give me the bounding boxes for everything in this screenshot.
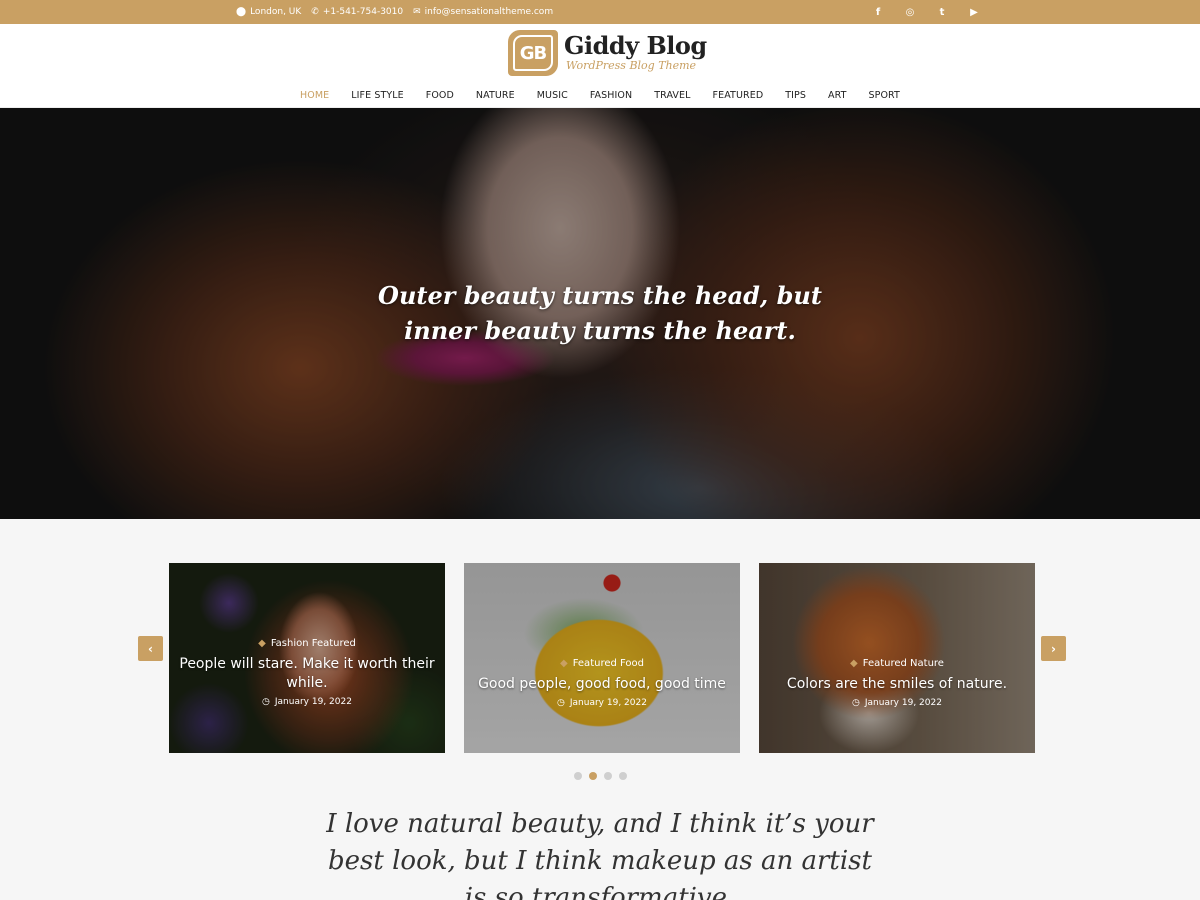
post-title[interactable]: Good people, good food, good time [474, 675, 730, 694]
logo-badge: GB [508, 30, 558, 76]
intro-quote-line-3: is so transformative. [464, 883, 736, 900]
top-bar: ⬤ London, UK ✆ +1-541-754-3010 ✉ info@se… [0, 0, 1200, 24]
hero-banner: Outer beauty turns the head, but inner b… [0, 108, 1200, 519]
nav-tips[interactable]: TIPS [774, 90, 817, 101]
nav-home[interactable]: HOME [289, 90, 340, 101]
post-card[interactable]: ◆ Featured Nature Colors are the smiles … [759, 563, 1035, 753]
social-links: f ◎ t ▶ [862, 0, 990, 24]
post-date: ◷ January 19, 2022 [759, 698, 1035, 708]
post-card-content: ◆ Fashion Featured People will stare. Ma… [169, 638, 445, 707]
carousel-dot-active[interactable] [588, 772, 597, 780]
nav-art[interactable]: ART [817, 90, 858, 101]
tag-icon: ◆ [850, 658, 858, 669]
site-tagline: WordPress Blog Theme [566, 59, 697, 72]
nav-travel[interactable]: TRAVEL [643, 90, 701, 101]
location-text: London, UK [250, 7, 302, 17]
facebook-icon[interactable]: f [862, 7, 894, 18]
carousel-next-button[interactable]: › [1041, 636, 1066, 661]
post-card-content: ◆ Featured Nature Colors are the smiles … [759, 658, 1035, 708]
post-date-text: January 19, 2022 [569, 698, 647, 708]
post-date: ◷ January 19, 2022 [464, 698, 740, 708]
site-logo[interactable]: GB Giddy Blog WordPress Blog Theme [508, 30, 707, 76]
carousel-dot[interactable] [618, 772, 627, 780]
post-categories[interactable]: ◆ Fashion Featured [169, 638, 445, 649]
clock-icon: ◷ [557, 698, 565, 708]
email-text: info@sensationaltheme.com [424, 7, 554, 17]
post-card[interactable]: ◆ Featured Food Good people, good food, … [464, 563, 740, 753]
site-title: Giddy Blog [564, 31, 707, 60]
post-categories-text: Featured Nature [862, 658, 944, 669]
clock-icon: ◷ [852, 698, 860, 708]
youtube-icon[interactable]: ▶ [958, 7, 990, 18]
map-pin-icon: ⬤ [236, 7, 247, 17]
intro-quote-line-1: I love natural beauty, and I think it’s … [326, 809, 874, 839]
post-title[interactable]: People will stare. Make it worth their w… [179, 655, 435, 693]
chevron-right-icon: › [1051, 641, 1056, 656]
nav-nature[interactable]: NATURE [465, 90, 526, 101]
nav-sport[interactable]: SPORT [858, 90, 911, 101]
post-title[interactable]: Colors are the smiles of nature. [769, 675, 1025, 694]
envelope-icon: ✉ [413, 7, 421, 17]
contact-info: ⬤ London, UK ✆ +1-541-754-3010 ✉ info@se… [236, 0, 553, 24]
logo-text: Giddy Blog WordPress Blog Theme [564, 33, 707, 73]
post-categories[interactable]: ◆ Featured Nature [759, 658, 1035, 669]
intro-quote-line-2: best look, but I think makeup as an arti… [328, 846, 872, 876]
logo-badge-text: GB [513, 35, 553, 71]
instagram-icon[interactable]: ◎ [894, 7, 926, 18]
site-header: GB Giddy Blog WordPress Blog Theme HOME … [0, 24, 1200, 108]
post-categories[interactable]: ◆ Featured Food [464, 658, 740, 669]
nav-music[interactable]: MUSIC [526, 90, 579, 101]
carousel-dots [0, 772, 1200, 780]
post-date: ◷ January 19, 2022 [169, 697, 445, 707]
post-categories-text: Featured Food [572, 658, 644, 669]
post-categories-text: Fashion Featured [270, 638, 356, 649]
email[interactable]: ✉ info@sensationaltheme.com [413, 7, 553, 17]
post-card-content: ◆ Featured Food Good people, good food, … [464, 658, 740, 708]
location: ⬤ London, UK [236, 7, 301, 17]
hero-quote: Outer beauty turns the head, but inner b… [300, 278, 900, 348]
nav-food[interactable]: FOOD [415, 90, 465, 101]
tag-icon: ◆ [258, 638, 266, 649]
chevron-left-icon: ‹ [148, 641, 153, 656]
phone-text: +1-541-754-3010 [322, 7, 404, 17]
carousel-dot[interactable] [603, 772, 612, 780]
post-card[interactable]: ◆ Fashion Featured People will stare. Ma… [169, 563, 445, 753]
carousel-dot[interactable] [573, 772, 582, 780]
featured-carousel: ‹ ◆ Fashion Featured People will stare. … [0, 519, 1200, 799]
carousel-prev-button[interactable]: ‹ [138, 636, 163, 661]
phone-icon: ✆ [311, 7, 319, 17]
nav-featured[interactable]: FEATURED [702, 90, 775, 101]
clock-icon: ◷ [262, 697, 270, 707]
hero-quote-line-2: inner beauty turns the heart. [404, 316, 796, 345]
nav-life-style[interactable]: LIFE STYLE [340, 90, 415, 101]
post-date-text: January 19, 2022 [274, 697, 352, 707]
main-nav: HOME LIFE STYLE FOOD NATURE MUSIC FASHIO… [0, 84, 1200, 106]
phone[interactable]: ✆ +1-541-754-3010 [311, 7, 403, 17]
hero-quote-line-1: Outer beauty turns the head, but [378, 281, 822, 310]
nav-fashion[interactable]: FASHION [579, 90, 643, 101]
intro-quote: I love natural beauty, and I think it’s … [295, 806, 905, 900]
twitter-icon[interactable]: t [926, 7, 958, 18]
post-date-text: January 19, 2022 [864, 698, 942, 708]
tag-icon: ◆ [560, 658, 568, 669]
